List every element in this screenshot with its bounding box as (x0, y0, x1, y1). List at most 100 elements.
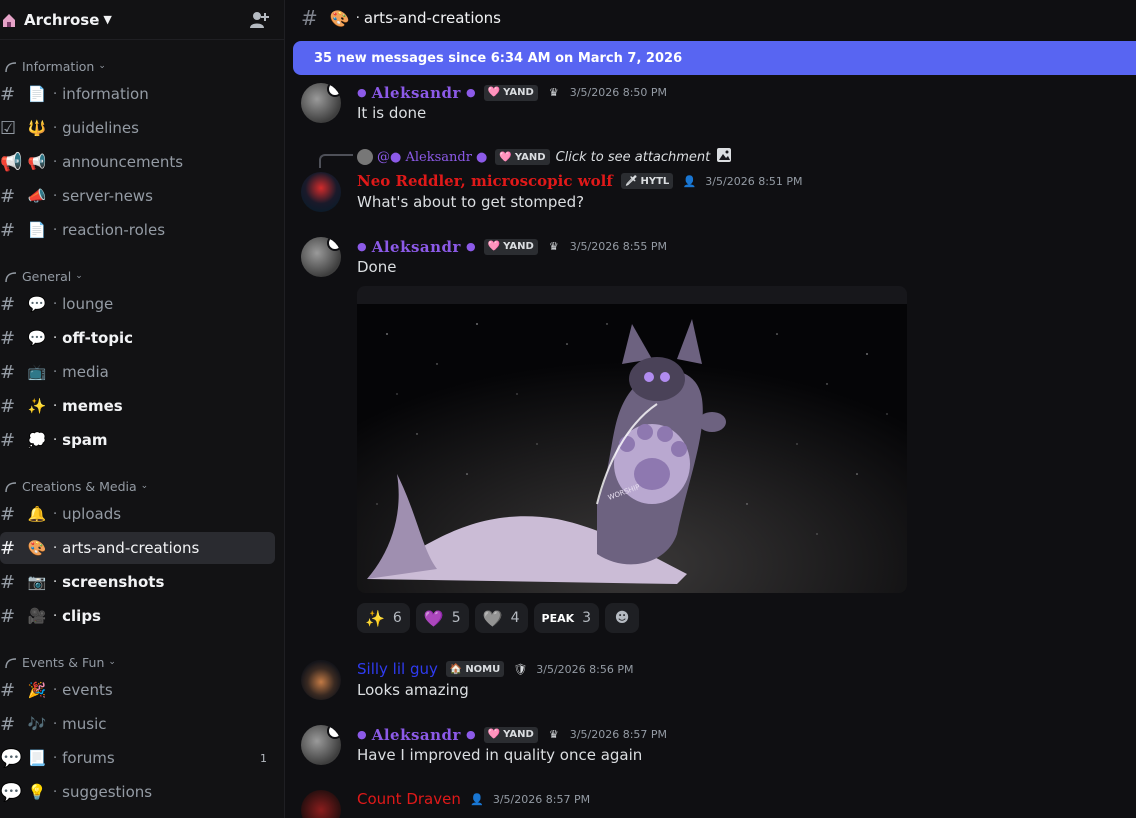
reply-preview[interactable]: @● Aleksandr ● 🩷 YAND Click to see attach… (357, 147, 732, 167)
channel-screenshots[interactable]: # 📷 · screenshots (0, 566, 275, 598)
palette-icon: 🎨 (329, 8, 350, 28)
new-messages-bar[interactable]: 35 new messages since 6:34 AM on March 7… (293, 41, 1136, 75)
artwork-image[interactable]: WORSHIP (357, 304, 907, 593)
hash-icon: # (301, 6, 318, 30)
hash-icon: # (0, 185, 16, 207)
message-text: Have I improved in quality once again (357, 746, 643, 764)
chevron-down-icon: ⌄ (98, 61, 106, 71)
palette-icon: 🎨 (27, 539, 47, 557)
username[interactable]: Count Draven (357, 790, 461, 808)
category-information[interactable]: Information ⌄ (0, 56, 106, 76)
heart-icon: 🩷 (487, 241, 501, 252)
page-icon: 📃 (27, 749, 47, 767)
megaphone-icon: 📢 (0, 151, 23, 173)
reaction-count: 5 (451, 610, 461, 626)
avatar[interactable] (301, 172, 341, 212)
server-tag[interactable]: 🏠 NOMU (445, 661, 505, 677)
image-icon (716, 147, 732, 167)
channel-label: suggestions (62, 783, 153, 801)
crown-icon: ♛ (548, 728, 559, 741)
speech-bubble-icon: 💬 (27, 295, 47, 313)
avatar[interactable] (301, 237, 341, 277)
chevron-down-icon: ⌄ (75, 271, 83, 281)
reaction-peak[interactable]: PEAK 3 (533, 603, 600, 633)
category-creations-media[interactable]: Creations & Media ⌄ (0, 476, 148, 496)
category-label: Creations & Media (22, 478, 137, 494)
channel-uploads[interactable]: # 🔔 · uploads (0, 498, 275, 530)
user-icon: 👤 (469, 792, 484, 806)
avatar[interactable] (301, 790, 341, 818)
add-reaction-button[interactable]: ☻ (605, 603, 640, 633)
timestamp: 3/5/2026 8:55 PM (569, 240, 668, 253)
thread-curve-icon (5, 272, 17, 283)
username[interactable]: Silly lil guy (357, 660, 438, 678)
server-name[interactable]: Archrose (24, 11, 99, 29)
channel-forums[interactable]: 💬 📃 · forums 1 (0, 742, 275, 774)
category-general[interactable]: General ⌄ (0, 266, 83, 286)
avatar[interactable] (301, 725, 341, 765)
username[interactable]: Aleksandr (372, 84, 461, 102)
home-icon (0, 11, 18, 29)
channel-off-topic[interactable]: # 💬 · off-topic (0, 322, 275, 354)
avatar[interactable] (301, 660, 341, 700)
channel-media[interactable]: # 📺 · media (0, 356, 275, 388)
message-header: Silly lil guy 🏠 NOMU 🛡 3/5/2026 8:56 PM (357, 660, 634, 678)
hash-icon: # (0, 293, 16, 315)
channel-arts-and-creations[interactable]: # 🎨 · arts-and-creations (0, 532, 275, 564)
chat-area: # 🎨 · arts-and-creations 35 new messages… (285, 0, 1136, 818)
thought-bubble-icon: 💭 (27, 431, 47, 449)
chevron-down-icon[interactable]: ▼ (103, 13, 111, 26)
gray-heart-icon: 🩶 (482, 608, 503, 628)
channel-sidebar: Archrose ▼ Information ⌄ General ⌄ Creat… (0, 0, 285, 818)
peak-emoji-icon: PEAK (541, 611, 575, 625)
channel-lounge[interactable]: # 💬 · lounge (0, 288, 275, 320)
reaction-purple-heart[interactable]: 💜 5 (415, 603, 469, 633)
channel-spam[interactable]: # 💭 · spam (0, 424, 275, 456)
avatar[interactable] (301, 83, 341, 123)
page-icon: 📄 (27, 221, 47, 239)
server-tag[interactable]: 🩷 YAND (483, 84, 538, 101)
server-tag[interactable]: 🩷 YAND (483, 726, 538, 743)
server-tag[interactable]: 🩷 YAND (483, 238, 538, 255)
channel-clips[interactable]: # 🎥 · clips (0, 600, 275, 632)
channel-server-news[interactable]: # 📣 · server-news (0, 180, 275, 212)
channel-events[interactable]: # 🎉 · events (0, 674, 275, 706)
server-header[interactable]: Archrose ▼ (0, 0, 284, 40)
reaction-gray-heart[interactable]: 🩶 4 (474, 603, 528, 633)
category-events-fun[interactable]: Events & Fun ⌄ (0, 652, 116, 672)
hash-icon: # (0, 571, 16, 593)
username[interactable]: Aleksandr (372, 726, 461, 744)
message-header: ● Aleksandr ● 🩷 YAND ♛ 3/5/2026 8:57 PM (357, 725, 668, 744)
camera-icon: 📷 (27, 573, 47, 591)
light-bulb-icon: 💡 (27, 783, 47, 801)
username[interactable]: Neo Reddler, microscopic wolf (357, 172, 613, 190)
channel-label: memes (62, 397, 123, 415)
channel-guidelines[interactable]: ☑ 🔱 · guidelines (0, 112, 275, 144)
reaction-count: 3 (582, 610, 592, 626)
message-header: Count Draven 👤 3/5/2026 8:57 PM (357, 790, 590, 808)
channel-memes[interactable]: # ✨ · memes (0, 390, 275, 422)
add-member-icon[interactable] (248, 9, 270, 31)
channel-announcements[interactable]: 📢 📢 · announcements (0, 146, 275, 178)
channel-music[interactable]: # 🎶 · music (0, 708, 275, 740)
loudspeaker-icon: 📢 (27, 153, 47, 171)
channel-label: clips (62, 607, 101, 625)
message-header: ● Aleksandr ● 🩷 YAND ♛ 3/5/2026 8:50 PM (357, 83, 668, 102)
heart-icon: 🩷 (487, 87, 501, 98)
channel-suggestions[interactable]: 💬 💡 · suggestions (0, 776, 275, 808)
horn-icon: 📣 (27, 187, 47, 205)
reaction-count: 6 (392, 610, 402, 626)
server-tag: 🩷 YAND (495, 149, 550, 165)
reactions-bar: ✨ 6 💜 5 🩶 4 PEAK 3 ☻ (357, 603, 645, 633)
music-notes-icon: 🎶 (27, 715, 47, 733)
timestamp: 3/5/2026 8:51 PM (705, 174, 803, 188)
reaction-sparkles[interactable]: ✨ 6 (357, 603, 410, 633)
username[interactable]: Aleksandr (372, 238, 461, 256)
image-attachment[interactable]: WORSHIP (357, 286, 907, 593)
channel-label: music (62, 715, 107, 733)
channel-label: arts-and-creations (62, 539, 200, 557)
channel-reaction-roles[interactable]: # 📄 · reaction-roles (0, 214, 275, 246)
server-tag[interactable]: 🗡 HYTL (620, 173, 674, 189)
channel-information[interactable]: # 📄 · information (0, 78, 275, 110)
sword-icon: 🗡 (624, 175, 638, 187)
